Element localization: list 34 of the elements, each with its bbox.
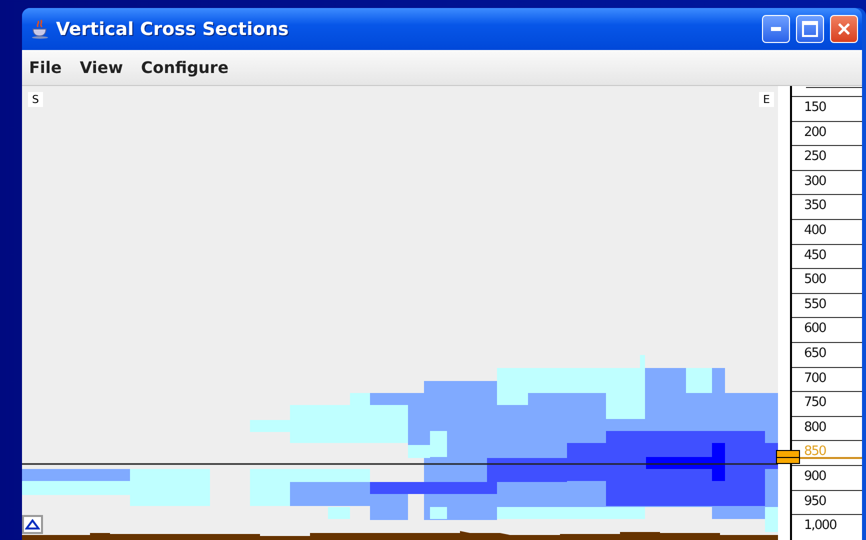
axis-label: 250 (804, 149, 826, 164)
axis-label: 450 (804, 248, 826, 263)
axis-label: 750 (804, 395, 826, 410)
axis-label: 350 (804, 198, 826, 214)
close-button[interactable] (830, 15, 858, 43)
axis-label: 850 (804, 444, 826, 460)
axis-label: 1,000 (804, 518, 836, 534)
menu-item[interactable]: Configure (140, 58, 229, 77)
minimize-icon (771, 27, 781, 31)
axis-label: 200 (804, 124, 826, 140)
axis-label: 500 (804, 272, 826, 288)
maximize-icon (802, 21, 818, 37)
axis-label: 650 (804, 346, 826, 361)
minimize-button[interactable] (762, 15, 790, 43)
axis-label: 150 (804, 100, 826, 115)
axis-label: 950 (804, 494, 826, 508)
direction-label: E (759, 92, 774, 107)
menu-item[interactable]: View (80, 58, 123, 77)
axis-label: 900 (804, 468, 826, 484)
coffee-cup-icon (30, 19, 50, 39)
axis-label: 800 (804, 420, 826, 435)
level-slider-handle[interactable] (776, 450, 800, 464)
maximize-button[interactable] (796, 15, 824, 43)
toggle-button[interactable] (22, 515, 43, 534)
axis-label: 300 (804, 174, 826, 189)
axis-label: 700 (804, 370, 826, 386)
axis-label: 600 (804, 321, 826, 336)
menu-item[interactable]: File (29, 58, 62, 77)
axis-label: 550 (804, 296, 826, 312)
window-title: Vertical Cross Sections (56, 18, 290, 40)
direction-label: S (28, 92, 43, 107)
close-icon (837, 22, 851, 36)
triangle-up-icon (25, 519, 40, 530)
axis-label: 400 (804, 222, 826, 238)
